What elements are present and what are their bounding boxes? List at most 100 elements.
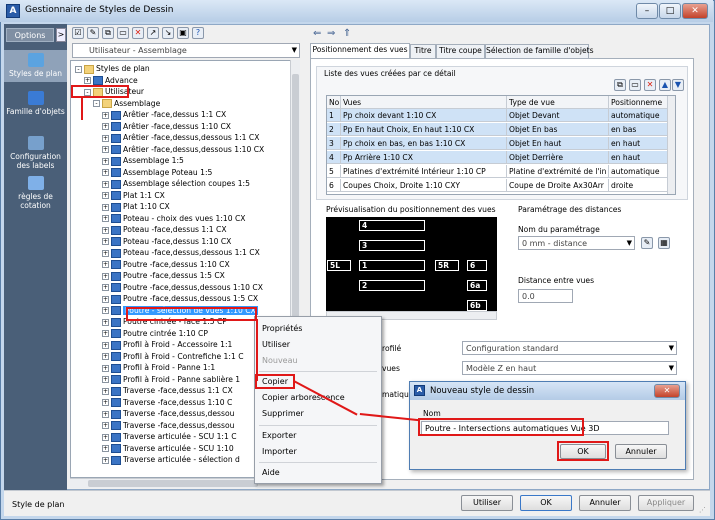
dialog-close-button[interactable]: ✕: [654, 384, 680, 398]
grid-cell[interactable]: Objet Devant: [507, 109, 609, 122]
expand-icon[interactable]: +: [102, 203, 109, 211]
tree-item[interactable]: + Poteau -face,dessus,dessous 1:1 CX: [102, 247, 260, 258]
move-down-icon[interactable]: ▼: [672, 79, 684, 91]
tab-positionnement[interactable]: Positionnement des vues: [310, 43, 410, 58]
grid-cell[interactable]: 1: [327, 109, 341, 122]
grid-cell[interactable]: 2: [327, 123, 341, 136]
expand-icon[interactable]: +: [102, 445, 109, 452]
nav-item-1[interactable]: Styles de plan: [4, 50, 67, 82]
context-menu-item[interactable]: Propriétés: [262, 324, 302, 333]
grid-cell[interactable]: en haut: [609, 137, 675, 150]
add-view-icon[interactable]: ▭: [629, 79, 641, 91]
expand-icon[interactable]: +: [102, 238, 109, 245]
column-header[interactable]: Vues: [341, 96, 507, 109]
export-icon[interactable]: ↗: [147, 27, 159, 39]
profile-config-combo[interactable]: Configuration standard ▼: [462, 341, 677, 355]
dialog-cancel-button[interactable]: Annuler: [615, 444, 667, 459]
tab-titre[interactable]: Titre: [410, 44, 436, 58]
distance-between-input[interactable]: 0.0: [518, 289, 573, 303]
expand-icon[interactable]: +: [102, 226, 109, 234]
expand-icon[interactable]: +: [102, 376, 109, 383]
close-button[interactable]: ✕: [682, 3, 708, 19]
tree-item[interactable]: + Plat 1:1 CX: [102, 190, 165, 201]
tree-item[interactable]: + Arêtier -face,dessus 1:1 CX: [102, 109, 226, 120]
preview-icon[interactable]: ▣: [177, 27, 189, 39]
grid-cell[interactable]: 6: [327, 179, 341, 192]
tree-item[interactable]: - Styles de plan: [75, 63, 150, 74]
expand-icon[interactable]: +: [84, 77, 91, 84]
expand-icon[interactable]: +: [102, 215, 109, 222]
views-grid[interactable]: No Vues Type de vue Positionneme 1 Pp choix d…: [326, 95, 676, 195]
tree-hscroll-thumb[interactable]: [88, 480, 258, 487]
column-header[interactable]: No: [327, 96, 341, 109]
tree-item[interactable]: + Traverse -face,dessus,dessou: [102, 408, 234, 419]
grid-cell[interactable]: Pp En haut Choix, En haut 1:10 CX: [341, 123, 507, 136]
tree-item[interactable]: + Assemblage Poteau 1:5: [102, 167, 212, 178]
edit-distance-icon[interactable]: ✎: [641, 237, 653, 249]
tree-item[interactable]: + Traverse articulée - SCU 1:1 C: [102, 431, 237, 442]
tree-item[interactable]: + Poteau - choix des vues 1:10 CX: [102, 213, 245, 224]
nav-item-3[interactable]: Configuration des labels: [4, 133, 67, 170]
tree-item[interactable]: + Traverse -face,dessus 1:10 C: [102, 397, 232, 408]
grid-cell[interactable]: automatique: [609, 165, 675, 178]
expand-icon[interactable]: +: [102, 295, 109, 303]
tree-item[interactable]: + Poutre -face,dessus 1:5 CX: [102, 270, 225, 281]
grid-cell[interactable]: automatique: [609, 109, 675, 122]
grid-cell[interactable]: en bas: [609, 123, 675, 136]
grid-cell[interactable]: Platine d'extrémité de l'in: [507, 165, 609, 178]
resize-grip-icon[interactable]: ⋰: [699, 506, 707, 514]
help-icon[interactable]: ?: [192, 27, 204, 39]
apply-button[interactable]: Appliquer: [638, 495, 694, 511]
tree-item[interactable]: + Poutre cintrée 1:10 CP: [102, 328, 208, 339]
tree-item[interactable]: + Traverse -face,dessus,dessou: [102, 420, 234, 431]
column-header[interactable]: Positionneme: [609, 96, 675, 109]
expand-icon[interactable]: +: [102, 249, 109, 257]
expand-icon[interactable]: +: [102, 318, 109, 326]
tree-item[interactable]: + Assemblage sélection coupes 1:5: [102, 178, 250, 189]
options-button[interactable]: Options: [6, 28, 54, 42]
expand-icon[interactable]: +: [102, 330, 109, 337]
tree-scroll-thumb[interactable]: [292, 74, 299, 354]
tree-item[interactable]: + Profil à Froid - Panne sablière 1: [102, 374, 240, 385]
expand-icon[interactable]: +: [102, 364, 109, 372]
collapse-icon[interactable]: -: [93, 100, 100, 107]
expand-icon[interactable]: +: [102, 169, 109, 176]
grid-scrollbar[interactable]: [667, 96, 675, 194]
tree-item[interactable]: - Assemblage: [93, 98, 160, 109]
grid-cell[interactable]: Coupe de Droite Ax30Arr: [507, 179, 609, 192]
tree-item[interactable]: + Poteau -face,dessus 1:10 CX: [102, 236, 231, 247]
tree-item[interactable]: + Profil à Froid - Panne 1:1: [102, 362, 215, 373]
use-button[interactable]: Utiliser: [461, 495, 513, 511]
ok-button[interactable]: OK: [520, 495, 572, 511]
expand-icon[interactable]: +: [102, 433, 109, 441]
grid-cell[interactable]: Coupes Choix, Droite 1:10 CXY: [341, 179, 507, 192]
tree-item[interactable]: + Traverse -face,dessus 1:1 CX: [102, 385, 233, 396]
expand-icon[interactable]: +: [102, 261, 109, 268]
grid-cell[interactable]: Pp Arrière 1:10 CX: [341, 151, 507, 164]
tree-item[interactable]: + Plat 1:10 CX: [102, 201, 170, 212]
context-menu-item[interactable]: Importer: [262, 447, 297, 456]
grid-cell[interactable]: 3: [327, 137, 341, 150]
expand-icon[interactable]: +: [102, 399, 109, 406]
delete-icon[interactable]: ✕: [132, 27, 144, 39]
expand-icon[interactable]: +: [102, 353, 109, 360]
grid-cell[interactable]: Objet En haut: [507, 137, 609, 150]
expand-icon[interactable]: +: [102, 123, 109, 130]
context-menu-item[interactable]: Aide: [262, 468, 280, 477]
delete-view-icon[interactable]: ✕: [644, 79, 656, 91]
tree-item[interactable]: + Advance: [84, 75, 138, 86]
tree-item[interactable]: + Arêtier -face,dessus 1:10 CX: [102, 121, 231, 132]
expand-icon[interactable]: +: [102, 134, 109, 142]
expand-icon[interactable]: +: [102, 111, 109, 119]
context-menu-item[interactable]: Utiliser: [262, 340, 290, 349]
tree-item[interactable]: + Arêtier -face,dessus,dessous 1:10 CX: [102, 144, 264, 155]
cancel-button[interactable]: Annuler: [579, 495, 631, 511]
expand-icon[interactable]: +: [102, 146, 109, 153]
grid-cell[interactable]: Platines d'extrémité Intérieur 1:10 CP: [341, 165, 507, 178]
tree-item[interactable]: + Poutre -face,dessus,dessous 1:10 CX: [102, 282, 263, 293]
expand-toggle-button[interactable]: >: [56, 28, 66, 42]
back-arrow-icon[interactable]: ⇐: [313, 28, 321, 39]
edit-icon[interactable]: ✎: [87, 27, 99, 39]
copy-icon[interactable]: ⧉: [102, 27, 114, 39]
tree-item[interactable]: + Profil à Froid - Accessoire 1:1: [102, 339, 232, 350]
